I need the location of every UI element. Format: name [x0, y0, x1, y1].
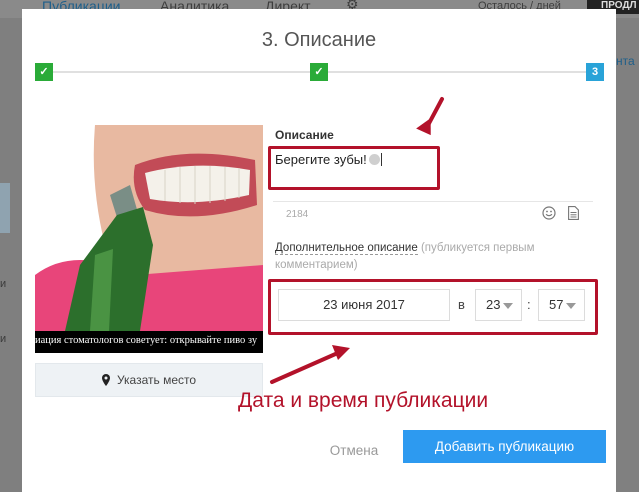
arrow-icon — [270, 350, 342, 384]
bg-left-box — [0, 183, 10, 233]
bg-left-fragment: и — [0, 333, 7, 345]
cancel-button[interactable]: Отмена — [314, 435, 394, 467]
annotation-label: Дата и время публикации — [238, 389, 489, 412]
annotation-arrows — [270, 97, 444, 384]
background-left-panel: и и — [0, 18, 22, 492]
publication-modal: 3. Описание ✓ ✓ 3 иация стоматологов сов… — [22, 9, 616, 492]
background-right-panel: нта — [616, 18, 639, 492]
add-publication-button[interactable]: Добавить публикацию — [403, 430, 606, 463]
bg-left-fragment: и — [0, 278, 7, 290]
bg-right-fragment: нта — [616, 54, 635, 68]
arrow-icon — [416, 118, 431, 136]
